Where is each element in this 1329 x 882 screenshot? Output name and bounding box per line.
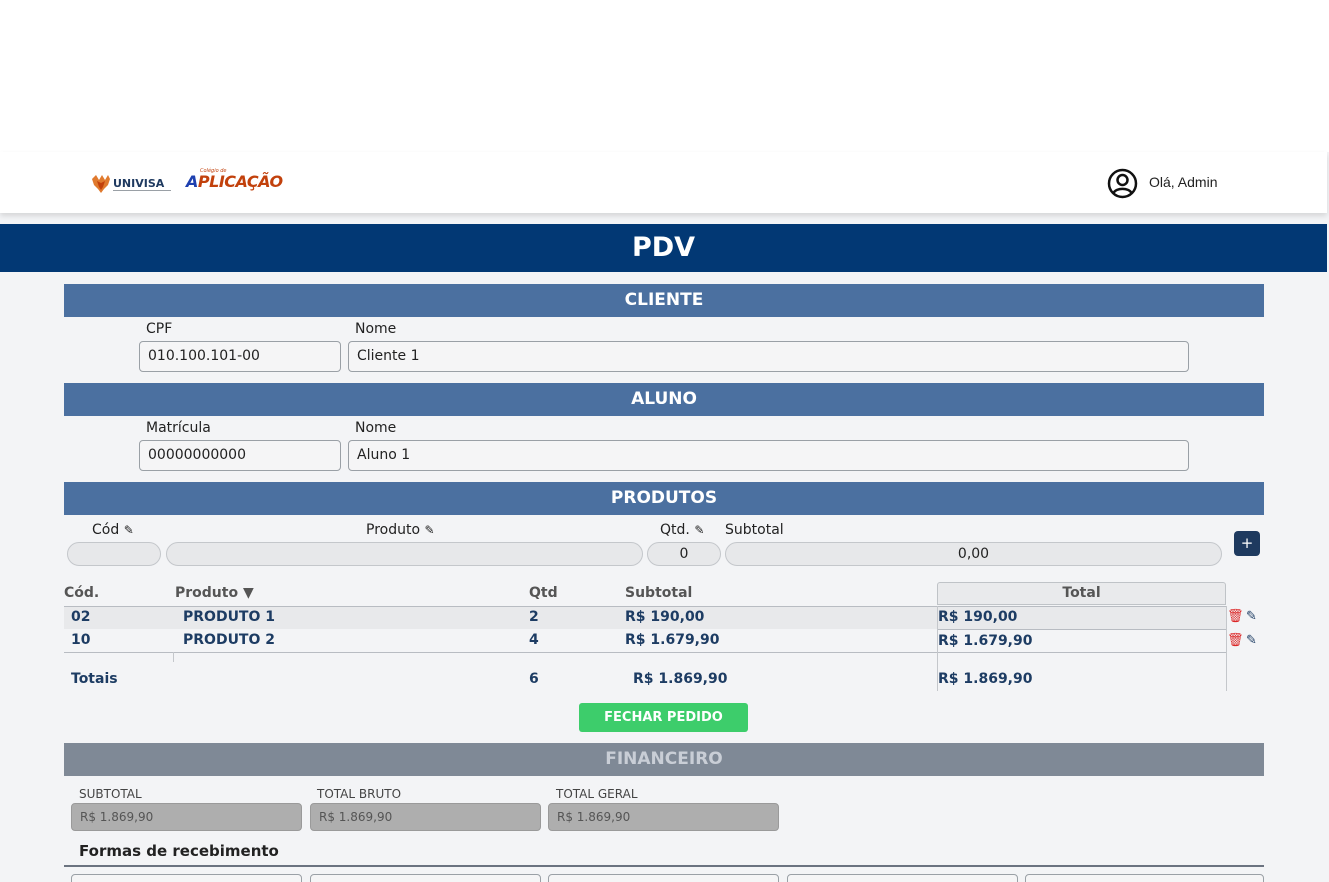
table-cell-cod: 02	[71, 609, 91, 625]
table-cell-qtd: 2	[529, 609, 539, 625]
cod-input[interactable]	[67, 542, 161, 566]
table-header-produto[interactable]: Produto ▼	[175, 585, 254, 601]
section-produtos-title: PRODUTOS	[64, 482, 1264, 515]
app-header: UNIVISA Colégio de APLICAÇÃO Olá, Admin	[0, 152, 1327, 213]
forma-recebimento-field[interactable]	[1025, 874, 1264, 882]
forma-recebimento-field[interactable]	[548, 874, 779, 882]
page-title: PDV	[0, 224, 1327, 272]
subtotal-label: Subtotal	[725, 522, 784, 538]
qtd-label-text: Qtd.	[660, 522, 690, 538]
trash-icon[interactable]: 🗑	[1227, 633, 1244, 648]
total-row-divider	[937, 629, 1226, 630]
section-cliente-title: CLIENTE	[64, 284, 1264, 317]
univisa-logo: UNIVISA	[92, 175, 171, 193]
produto-label: Produto ✎	[366, 522, 435, 538]
formas-divider	[64, 865, 1264, 867]
totals-qtd: 6	[529, 671, 539, 687]
forma-recebimento-field[interactable]	[71, 874, 302, 882]
forma-recebimento-field[interactable]	[310, 874, 541, 882]
aplicacao-logo-initial: A	[186, 172, 198, 191]
table-body-divider	[64, 652, 1226, 653]
table-cell-produto: PRODUTO 1	[183, 609, 275, 625]
top-blank-area	[0, 0, 1329, 152]
cpf-input[interactable]: 010.100.101-00	[139, 341, 341, 372]
table-header-qtd[interactable]: Qtd	[529, 585, 558, 601]
fin-subtotal-label: SUBTOTAL	[79, 787, 142, 801]
section-aluno-title: ALUNO	[64, 383, 1264, 416]
section-financeiro-title: FINANCEIRO	[64, 743, 1264, 776]
totals-subtotal: R$ 1.869,90	[633, 671, 728, 687]
column-divider	[1226, 606, 1227, 691]
forma-recebimento-field[interactable]	[787, 874, 1018, 882]
table-cell-subtotal: R$ 190,00	[625, 609, 705, 625]
produto-label-text: Produto	[366, 522, 421, 538]
cpf-label: CPF	[146, 321, 173, 337]
produto-input[interactable]	[166, 542, 643, 566]
table-cell-total: R$ 1.679,90	[938, 633, 1033, 649]
table-cell-total: R$ 190,00	[938, 609, 1018, 625]
matricula-label: Matrícula	[146, 420, 211, 436]
table-cell-produto: PRODUTO 2	[183, 632, 275, 648]
table-cell-cod: 10	[71, 632, 91, 648]
fin-subtotal-field: R$ 1.869,90	[71, 803, 302, 831]
table-header-total[interactable]: Total	[937, 582, 1226, 605]
fechar-pedido-button[interactable]: FECHAR PEDIDO	[579, 703, 748, 732]
add-product-button[interactable]: +	[1234, 531, 1260, 556]
formas-recebimento-title: Formas de recebimento	[79, 842, 279, 860]
table-cell-qtd: 4	[529, 632, 539, 648]
table-header-cod[interactable]: Cód.	[64, 585, 99, 601]
aplicacao-logo-text: PLICAÇÃO	[197, 172, 283, 191]
cod-label: Cód ✎	[92, 522, 134, 538]
edit-icon[interactable]: ✎	[1246, 633, 1257, 648]
qtd-input[interactable]: 0	[647, 542, 721, 566]
totals-total: R$ 1.869,90	[938, 671, 1033, 687]
aluno-nome-label: Nome	[355, 420, 397, 436]
cliente-nome-input[interactable]: Cliente 1	[348, 341, 1189, 372]
totals-label: Totais	[71, 671, 118, 687]
aluno-nome-input[interactable]: Aluno 1	[348, 440, 1189, 471]
table-cell-subtotal: R$ 1.679,90	[625, 632, 720, 648]
matricula-input[interactable]: 00000000000	[139, 440, 341, 471]
cliente-nome-label: Nome	[355, 321, 397, 337]
subtotal-input[interactable]: 0,00	[725, 542, 1222, 566]
user-circle-icon[interactable]	[1107, 168, 1138, 199]
univisa-logo-text: UNIVISA	[113, 177, 165, 190]
fin-bruto-label: TOTAL BRUTO	[317, 787, 402, 801]
fin-geral-label: TOTAL GERAL	[556, 787, 638, 801]
pencil-icon: ✎	[424, 523, 435, 537]
trash-icon[interactable]: 🗑	[1227, 609, 1244, 624]
pencil-icon: ✎	[123, 523, 134, 537]
column-divider	[173, 652, 174, 662]
fin-bruto-field: R$ 1.869,90	[310, 803, 541, 831]
table-header-subtotal[interactable]: Subtotal	[625, 585, 692, 601]
edit-icon[interactable]: ✎	[1246, 609, 1257, 624]
user-greeting[interactable]: Olá, Admin	[1149, 174, 1217, 190]
fin-geral-field: R$ 1.869,90	[548, 803, 779, 831]
pencil-icon: ✎	[694, 523, 705, 537]
aplicacao-logo: Colégio de APLICAÇÃO	[186, 168, 283, 196]
cod-label-text: Cód	[92, 522, 120, 538]
qtd-label: Qtd. ✎	[660, 522, 704, 538]
